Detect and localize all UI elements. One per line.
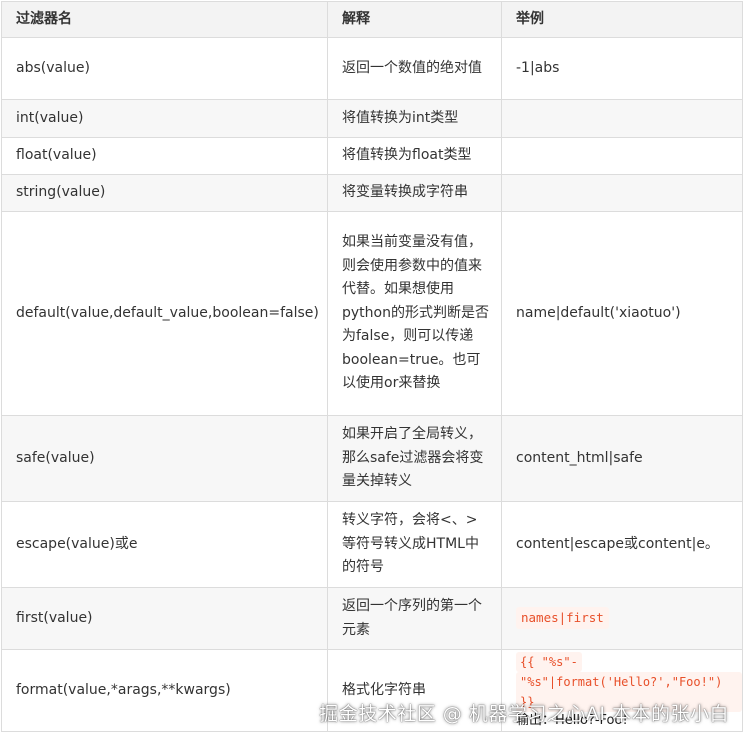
example-code: names|first xyxy=(516,606,609,629)
filter-description: 如果当前变量没有值，则会使用参数中的值来代替。如果想使用python的形式判断是… xyxy=(327,211,502,416)
filter-description: 如果开启了全局转义，那么safe过滤器会将变量关掉转义 xyxy=(327,415,502,502)
table-row: escape(value)或e 转义字符，会将<、>等符号转义成HTML中的符号… xyxy=(1,501,743,588)
table-row: default(value,default_value,boolean=fals… xyxy=(1,211,743,416)
filter-name: safe(value) xyxy=(1,415,328,502)
filter-name: first(value) xyxy=(1,587,328,650)
filter-description: 返回一个数值的绝对值 xyxy=(327,37,502,100)
table-header-row: 过滤器名 解释 举例 xyxy=(1,1,743,38)
table-row: safe(value) 如果开启了全局转义，那么safe过滤器会将变量关掉转义 … xyxy=(1,415,743,502)
filter-example: -1|abs xyxy=(501,37,743,100)
filter-example: names|first xyxy=(501,587,743,650)
filter-table: 过滤器名 解释 举例 abs(value) 返回一个数值的绝对值 -1|abs … xyxy=(1,1,743,732)
filter-name: default(value,default_value,boolean=fals… xyxy=(1,211,328,416)
filter-name: string(value) xyxy=(1,174,328,212)
filter-example: content_html|safe xyxy=(501,415,743,502)
filter-example xyxy=(501,99,743,138)
filter-name: escape(value)或e xyxy=(1,501,328,588)
header-example: 举例 xyxy=(501,1,743,38)
table-row: float(value) 将值转换为float类型 xyxy=(1,137,743,175)
filter-description: 转义字符，会将<、>等符号转义成HTML中的符号 xyxy=(327,501,502,588)
filter-name: int(value) xyxy=(1,99,328,138)
example-code-line: {{ "%s"- xyxy=(516,651,582,672)
table-row: string(value) 将变量转换成字符串 xyxy=(1,174,743,212)
table-row: int(value) 将值转换为int类型 xyxy=(1,99,743,138)
filter-name: float(value) xyxy=(1,137,328,175)
filter-example: content|escape或content|e。 xyxy=(501,501,743,588)
header-filter-name: 过滤器名 xyxy=(1,1,328,38)
table-row: abs(value) 返回一个数值的绝对值 -1|abs xyxy=(1,37,743,100)
filter-description: 将变量转换成字符串 xyxy=(327,174,502,212)
filter-example xyxy=(501,174,743,212)
filter-description: 将值转换为float类型 xyxy=(327,137,502,175)
table-row: first(value) 返回一个序列的第一个元素 names|first xyxy=(1,587,743,650)
filter-description: 返回一个序列的第一个元素 xyxy=(327,587,502,650)
filter-example: name|default('xiaotuo') xyxy=(501,211,743,416)
header-description: 解释 xyxy=(327,1,502,38)
watermark-text: 掘金技术社区 @ 机器学习之心AI 本本的张小白 xyxy=(319,703,729,725)
filter-name: format(value,*arags,**kwargs) xyxy=(1,649,328,732)
filter-description: 将值转换为int类型 xyxy=(327,99,502,138)
filter-example xyxy=(501,137,743,175)
filter-name: abs(value) xyxy=(1,37,328,100)
